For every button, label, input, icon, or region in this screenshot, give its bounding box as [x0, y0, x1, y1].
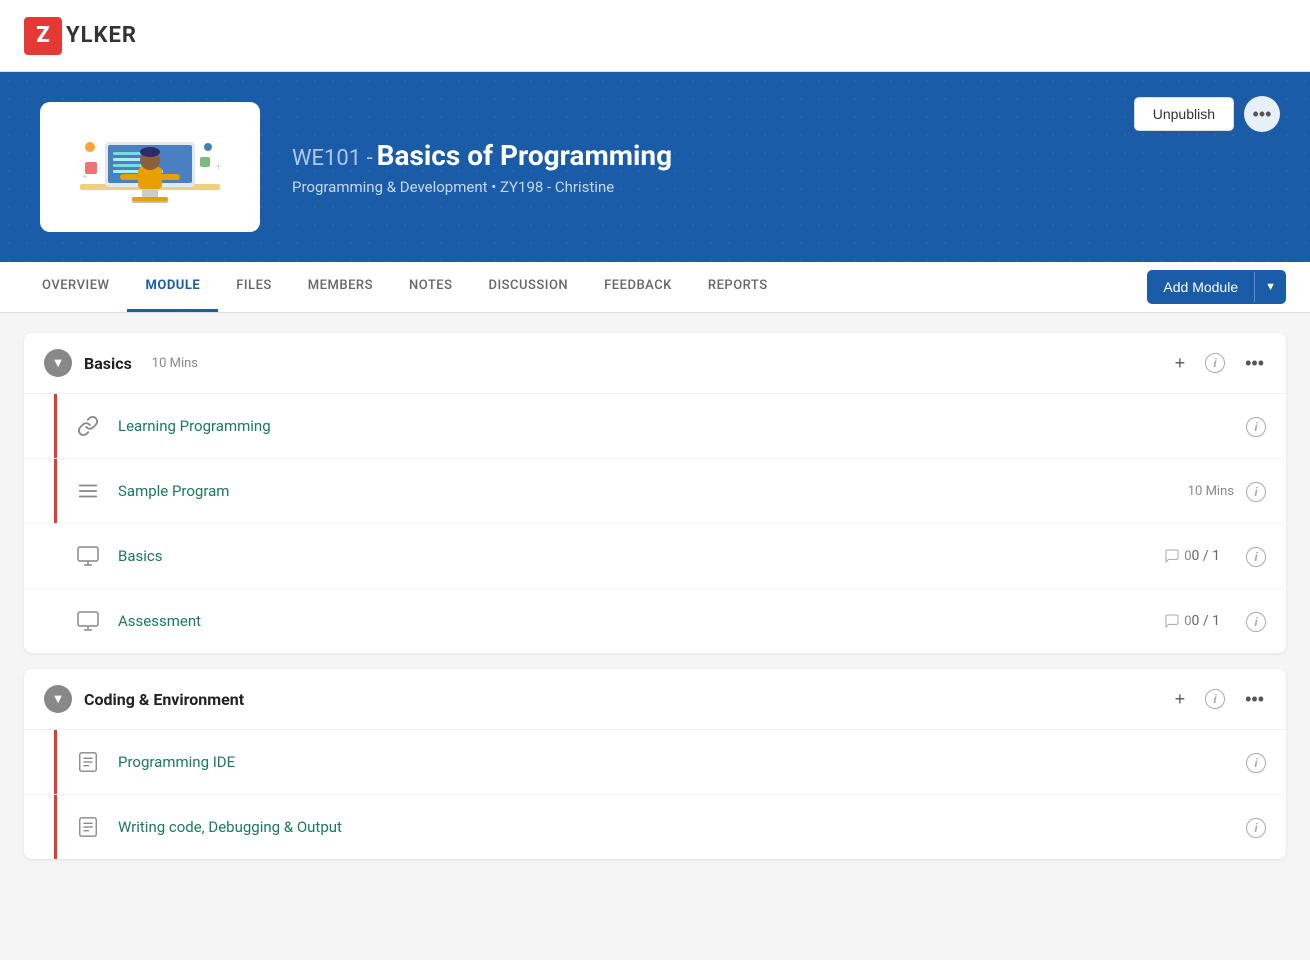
nav-tabs: OVERVIEW MODULE FILES MEMBERS NOTES DISC…: [0, 262, 1310, 313]
module-basics-duration: 10 Mins: [152, 356, 198, 371]
doc-icon: [72, 746, 104, 778]
logo-letter: Z: [24, 17, 62, 55]
item-basics-title[interactable]: Basics: [118, 547, 1164, 565]
list-item: Writing code, Debugging & Output i: [24, 795, 1286, 859]
monitor-icon: [72, 540, 104, 572]
item-red-bar: [54, 459, 57, 523]
add-module-label: Add Module: [1147, 270, 1254, 304]
logo: Z YLKER: [24, 17, 137, 55]
list-item: Basics 0 0 / 1 i: [24, 524, 1286, 589]
item-learning-programming-title[interactable]: Learning Programming: [118, 417, 1234, 435]
tab-notes[interactable]: NOTES: [391, 262, 471, 312]
item-assessment-score: 0 / 1: [1192, 613, 1220, 629]
info-icon: i: [1246, 753, 1266, 773]
more-options-button[interactable]: •••: [1244, 96, 1280, 132]
tab-overview[interactable]: OVERVIEW: [24, 262, 127, 312]
item-sample-program-title[interactable]: Sample Program: [118, 482, 1178, 500]
item-red-bar: [54, 730, 57, 794]
add-module-button[interactable]: Add Module ▼: [1147, 270, 1286, 304]
module-basics-chevron[interactable]: ▼: [44, 349, 72, 377]
item-writing-code-info-button[interactable]: i: [1246, 817, 1266, 838]
item-assessment-comment: 0: [1164, 613, 1191, 629]
course-thumbnail: + +: [40, 102, 260, 232]
item-basics-comment: 0: [1164, 548, 1191, 564]
module-basics-info-button[interactable]: i: [1203, 351, 1227, 375]
monitor-icon: [72, 605, 104, 637]
course-header-line: WE101 - Basics of Programming: [292, 139, 1270, 172]
link-icon: [72, 410, 104, 442]
lines-icon: [72, 475, 104, 507]
svg-text:+: +: [82, 172, 88, 183]
item-basics-comment-count: 0: [1184, 549, 1191, 564]
module-coding-title: Coding & Environment: [84, 690, 244, 709]
top-bar: Z YLKER: [0, 0, 1310, 72]
module-basics-add-button[interactable]: +: [1173, 351, 1188, 376]
unpublish-button[interactable]: Unpublish: [1134, 97, 1234, 131]
info-icon: i: [1246, 482, 1266, 502]
item-basics-info-button[interactable]: i: [1246, 546, 1266, 567]
module-basics-title: Basics: [84, 354, 132, 373]
course-banner: + + WE101 - Basics of Programming Progra…: [0, 72, 1310, 262]
course-subtitle: Programming & Development • ZY198 - Chri…: [292, 178, 1270, 196]
module-coding-header: ▼ Coding & Environment + i •••: [24, 669, 1286, 730]
main-content: ▼ Basics 10 Mins + i ••• Learning Progra…: [0, 313, 1310, 895]
course-info: WE101 - Basics of Programming Programmin…: [292, 139, 1270, 196]
module-coding-more-button[interactable]: •••: [1243, 687, 1266, 712]
tab-feedback[interactable]: FEEDBACK: [586, 262, 690, 312]
svg-text:+: +: [215, 159, 222, 173]
info-icon: i: [1246, 417, 1266, 437]
item-learning-programming-info-button[interactable]: i: [1246, 416, 1266, 437]
course-title: Basics of Programming: [377, 139, 672, 172]
item-basics-score: 0 / 1: [1192, 548, 1220, 564]
module-coding-environment: ▼ Coding & Environment + i •••: [24, 669, 1286, 859]
item-red-bar: [54, 795, 57, 859]
module-coding-chevron[interactable]: ▼: [44, 685, 72, 713]
module-basics-actions: + i •••: [1173, 351, 1266, 376]
tab-members[interactable]: MEMBERS: [290, 262, 391, 312]
list-item: Learning Programming i: [24, 394, 1286, 459]
info-icon: i: [1246, 547, 1266, 567]
info-icon: i: [1246, 612, 1266, 632]
item-programming-ide-title[interactable]: Programming IDE: [118, 753, 1234, 771]
item-sample-program-duration: 10 Mins: [1188, 484, 1234, 499]
add-module-caret-icon: ▼: [1254, 272, 1286, 302]
item-assessment-title[interactable]: Assessment: [118, 612, 1164, 630]
item-writing-code-title[interactable]: Writing code, Debugging & Output: [118, 818, 1234, 836]
info-icon: i: [1246, 818, 1266, 838]
tab-reports[interactable]: REPORTS: [690, 262, 786, 312]
module-basics: ▼ Basics 10 Mins + i ••• Learning Progra…: [24, 333, 1286, 653]
item-assessment-info-button[interactable]: i: [1246, 611, 1266, 632]
course-code: WE101 -: [292, 146, 373, 171]
info-icon: i: [1205, 353, 1225, 373]
banner-actions: Unpublish •••: [1134, 96, 1280, 132]
list-item: Sample Program 10 Mins i: [24, 459, 1286, 524]
item-programming-ide-info-button[interactable]: i: [1246, 752, 1266, 773]
info-icon: i: [1205, 689, 1225, 709]
list-item: Assessment 0 0 / 1 i: [24, 589, 1286, 653]
tab-discussion[interactable]: DISCUSSION: [470, 262, 586, 312]
module-coding-actions: + i •••: [1173, 687, 1266, 712]
module-basics-header: ▼ Basics 10 Mins + i •••: [24, 333, 1286, 394]
list-item: Programming IDE i: [24, 730, 1286, 795]
item-assessment-comment-count: 0: [1184, 614, 1191, 629]
module-basics-more-button[interactable]: •••: [1243, 351, 1266, 376]
module-coding-info-button[interactable]: i: [1203, 687, 1227, 711]
tab-module[interactable]: MODULE: [127, 262, 218, 312]
item-sample-program-info-button[interactable]: i: [1246, 481, 1266, 502]
doc-icon: [72, 811, 104, 843]
item-red-bar: [54, 394, 57, 458]
logo-name: YLKER: [66, 23, 137, 48]
tab-files[interactable]: FILES: [218, 262, 290, 312]
module-coding-add-button[interactable]: +: [1173, 687, 1188, 712]
